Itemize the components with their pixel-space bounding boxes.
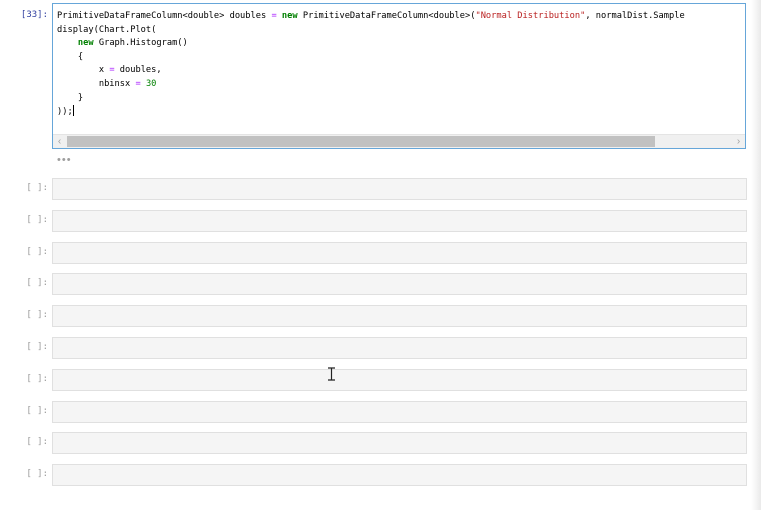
code-token: "Normal Distribution" xyxy=(475,11,586,21)
cell-prompt: [33]: xyxy=(20,10,48,20)
code-token: } xyxy=(57,92,84,103)
code-token: , normalDist.Sample xyxy=(585,11,685,21)
code-token: )); xyxy=(57,107,73,118)
cell-prompt: [ ]: xyxy=(26,183,48,193)
code-token: doubles, xyxy=(114,65,162,76)
cell-prompt: [ ]: xyxy=(26,278,48,289)
code-line: new Graph.Histogram() xyxy=(57,37,685,51)
empty-code-cell[interactable] xyxy=(52,337,747,359)
empty-code-cell[interactable] xyxy=(52,368,747,391)
code-token: x xyxy=(57,65,110,76)
code-token: nbinsx xyxy=(57,78,136,89)
empty-code-cell[interactable] xyxy=(52,178,747,200)
code-line: x = doubles, xyxy=(57,64,685,78)
scroll-left-button[interactable]: ‹ xyxy=(53,135,66,148)
code-editor[interactable]: PrimitiveDataFrameColumn<double> doubles… xyxy=(57,10,685,120)
text-caret xyxy=(72,105,74,117)
cell-prompt: [ ]: xyxy=(26,310,48,321)
empty-code-cell[interactable] xyxy=(52,432,747,455)
i-beam-cursor-icon xyxy=(328,367,335,381)
cell-prompt: [ ]: xyxy=(26,469,48,480)
cell-prompt: [ ]: xyxy=(26,214,48,225)
cell-prompt: [ ]: xyxy=(26,405,48,416)
empty-code-cell[interactable] xyxy=(52,209,747,232)
empty-code-cell[interactable] xyxy=(52,241,747,264)
code-line: { xyxy=(57,51,685,65)
collapsed-output-ellipsis[interactable]: ••• xyxy=(57,154,72,166)
cell-prompt: [ ]: xyxy=(26,373,48,384)
code-token: new xyxy=(77,38,94,49)
horizontal-scrollbar[interactable]: ‹ › xyxy=(53,134,745,148)
code-token: PrimitiveDataFrameColumn<double>( xyxy=(297,11,476,21)
code-token: 30 xyxy=(145,78,157,89)
code-token: display(Chart.Plot( xyxy=(57,24,157,35)
empty-code-cell[interactable] xyxy=(52,305,747,328)
empty-code-cell[interactable] xyxy=(52,464,747,487)
code-token: Graph.Histogram() xyxy=(93,38,188,49)
code-token: PrimitiveDataFrameColumn<double> doubles xyxy=(57,11,272,21)
code-line: nbinsx = 30 xyxy=(57,78,685,92)
empty-code-cell[interactable] xyxy=(52,273,747,296)
code-line: } xyxy=(57,92,685,106)
code-line: )); xyxy=(57,105,685,120)
code-token: { xyxy=(57,51,84,62)
cell-prompt: [ ]: xyxy=(26,342,48,352)
empty-code-cell[interactable] xyxy=(52,400,747,423)
code-cell[interactable]: PrimitiveDataFrameColumn<double> doubles… xyxy=(52,3,746,149)
code-line: display(Chart.Plot( xyxy=(57,24,685,38)
cell-prompt: [ ]: xyxy=(26,437,48,448)
code-token: new xyxy=(281,11,298,21)
scrollbar-thumb[interactable] xyxy=(67,136,655,147)
scroll-right-button[interactable]: › xyxy=(732,135,745,148)
cell-prompt: [ ]: xyxy=(26,246,48,257)
code-line: PrimitiveDataFrameColumn<double> doubles… xyxy=(57,10,685,24)
window-edge xyxy=(751,0,761,510)
